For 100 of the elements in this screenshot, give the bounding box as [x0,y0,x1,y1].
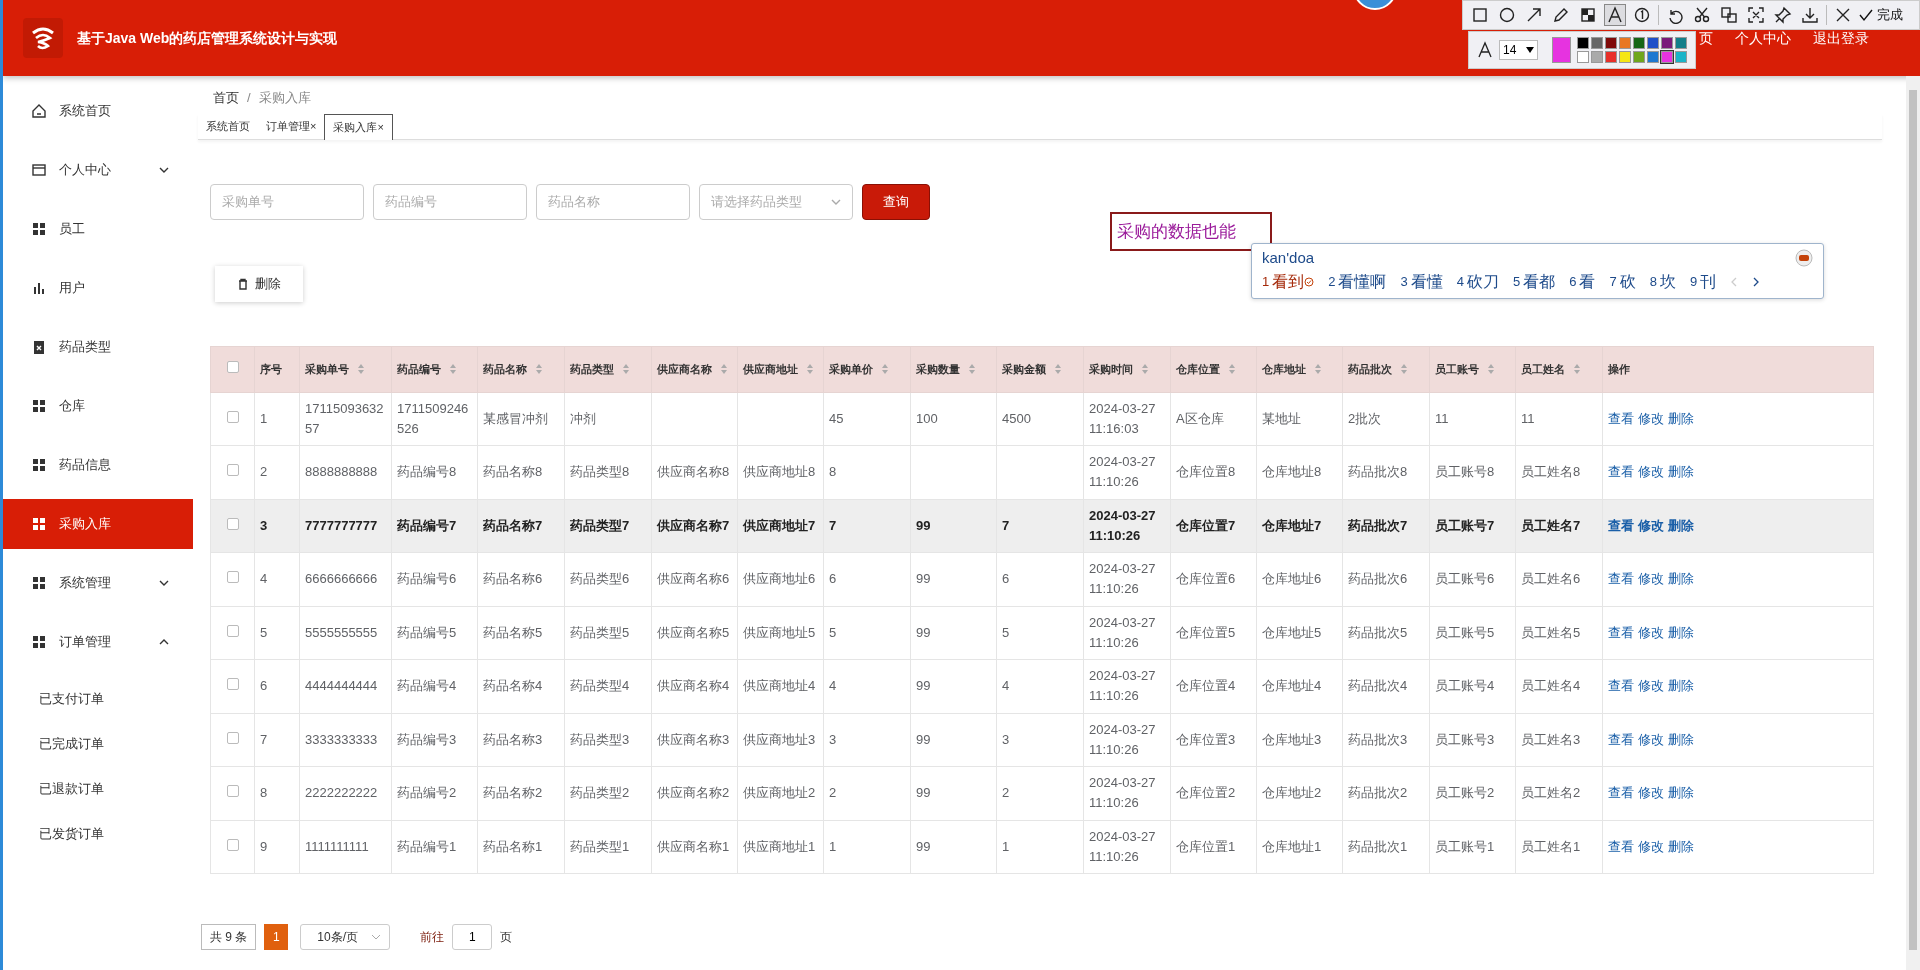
rectangle-icon[interactable] [1471,6,1489,24]
color-swatch[interactable] [1675,37,1687,49]
sort-icon[interactable] [1141,363,1149,375]
column-header[interactable]: 采购单号 [305,360,349,378]
ime-candidate[interactable]: 4 砍刀 [1456,269,1499,294]
column-header[interactable]: 序号 [260,360,282,378]
sort-icon[interactable] [1573,363,1581,375]
sidebar-item[interactable]: 订单管理 [3,617,193,667]
action-link[interactable]: 删除 [1668,571,1694,587]
column-header[interactable]: 仓库位置 [1176,360,1220,378]
nav-link[interactable]: 退出登录 [1813,27,1869,49]
ime-candidate[interactable]: 7 砍 [1609,269,1636,294]
action-link[interactable]: 修改 [1638,517,1664,533]
column-header[interactable]: 仓库地址 [1262,360,1306,378]
ime-candidate[interactable]: 2 看懂啊 [1328,269,1387,294]
action-link[interactable]: 修改 [1638,838,1664,854]
breadcrumb-item[interactable]: 首页 [213,88,239,108]
action-link[interactable]: 删除 [1668,517,1694,533]
action-link[interactable]: 删除 [1668,624,1694,640]
checkbox[interactable] [226,838,239,851]
sidebar-item[interactable]: 药品信息 [3,440,193,490]
next-icon[interactable] [1752,275,1761,288]
action-link[interactable]: 删除 [1668,731,1694,747]
color-swatch[interactable] [1675,51,1687,63]
input-field[interactable]: 药品名称 [536,183,690,220]
scissors-icon[interactable] [1693,6,1711,24]
sort-icon[interactable] [881,363,889,375]
action-link[interactable]: 删除 [1668,838,1694,854]
input-field[interactable]: 采购单号 [210,183,364,220]
color-swatch[interactable] [1605,51,1617,63]
action-link[interactable]: 删除 [1668,410,1694,426]
sidebar-item[interactable]: 个人中心 [3,145,193,195]
column-header[interactable]: 采购单价 [829,360,873,378]
sidebar-item[interactable]: 仓库 [3,381,193,431]
page-button[interactable]: 1 [264,924,289,950]
sort-icon[interactable] [1054,363,1062,375]
action-link[interactable]: 查看 [1608,731,1634,747]
input-field[interactable]: 药品编号 [373,183,527,220]
sidebar-subitem[interactable]: 已完成订单 [3,721,193,766]
sidebar-item[interactable]: 员工 [3,204,193,254]
nav-link[interactable]: 个人中心 [1735,27,1791,49]
color-swatch[interactable] [1577,51,1589,63]
sort-icon[interactable] [1400,363,1408,375]
column-header[interactable]: 操作 [1608,360,1630,378]
close-icon[interactable] [1834,6,1852,24]
color-swatch[interactable] [1647,51,1659,63]
done-button[interactable]: 完成 [1859,5,1903,25]
sort-icon[interactable] [535,363,543,375]
action-link[interactable]: 查看 [1608,838,1634,854]
action-link[interactable]: 查看 [1608,410,1634,426]
search-button[interactable]: 查询 [862,183,930,220]
column-header[interactable]: 员工账号 [1435,360,1479,378]
action-link[interactable]: 查看 [1608,464,1634,480]
ime-candidate[interactable]: 5 看都 [1512,269,1556,294]
tab[interactable]: 订单管理× [258,113,325,140]
checkbox[interactable] [226,571,239,584]
color-swatch[interactable] [1591,37,1603,49]
delete-button[interactable]: 删除 [215,265,303,302]
sidebar-item[interactable]: 用户 [3,263,193,313]
sidebar-item[interactable]: 系统首页 [3,86,193,136]
number-icon[interactable] [1633,6,1651,24]
color-swatch[interactable] [1619,51,1631,63]
sort-icon[interactable] [449,363,457,375]
action-link[interactable]: 修改 [1638,678,1664,694]
sort-icon[interactable] [1487,363,1495,375]
text-annotation[interactable]: 采购的数据也能 [1110,212,1272,251]
color-swatch[interactable] [1591,51,1603,63]
sidebar-subitem[interactable]: 已支付订单 [3,676,193,721]
sidebar-subitem[interactable]: 已退款订单 [3,766,193,811]
action-link[interactable]: 查看 [1608,678,1634,694]
scrollbar[interactable] [1906,76,1920,970]
font-size-select[interactable]: 14 [1499,40,1538,60]
column-header[interactable]: 员工姓名 [1521,360,1565,378]
action-link[interactable]: 删除 [1668,785,1694,801]
ime-candidate[interactable]: 1 看到 [1262,269,1315,294]
color-swatch[interactable] [1619,37,1631,49]
sort-icon[interactable] [357,363,365,375]
action-link[interactable]: 修改 [1638,624,1664,640]
column-header[interactable]: 采购时间 [1089,360,1133,378]
sort-icon[interactable] [1314,363,1322,375]
action-link[interactable]: 修改 [1638,464,1664,480]
sidebar-item[interactable]: 采购入库 [3,499,193,549]
column-header[interactable]: 药品类型 [570,360,614,378]
checkbox[interactable] [226,785,239,798]
sort-icon[interactable] [720,363,728,375]
checkbox[interactable] [226,464,239,477]
action-link[interactable]: 修改 [1638,731,1664,747]
ime-candidate[interactable]: 8 坎 [1649,269,1676,294]
sort-icon[interactable] [1228,363,1236,375]
prev-icon[interactable] [1730,275,1739,288]
tab[interactable]: 系统首页 [198,113,258,140]
nav-link[interactable]: 页 [1699,27,1713,49]
column-header[interactable]: 采购数量 [916,360,960,378]
sort-icon[interactable] [806,363,814,375]
sidebar-subitem[interactable]: 已发货订单 [3,811,193,856]
color-swatch[interactable] [1661,51,1673,63]
translate-icon[interactable] [1720,6,1738,24]
ime-candidate[interactable]: 6 看 [1569,269,1596,294]
checkbox[interactable] [226,410,239,423]
checkbox[interactable] [226,678,239,691]
